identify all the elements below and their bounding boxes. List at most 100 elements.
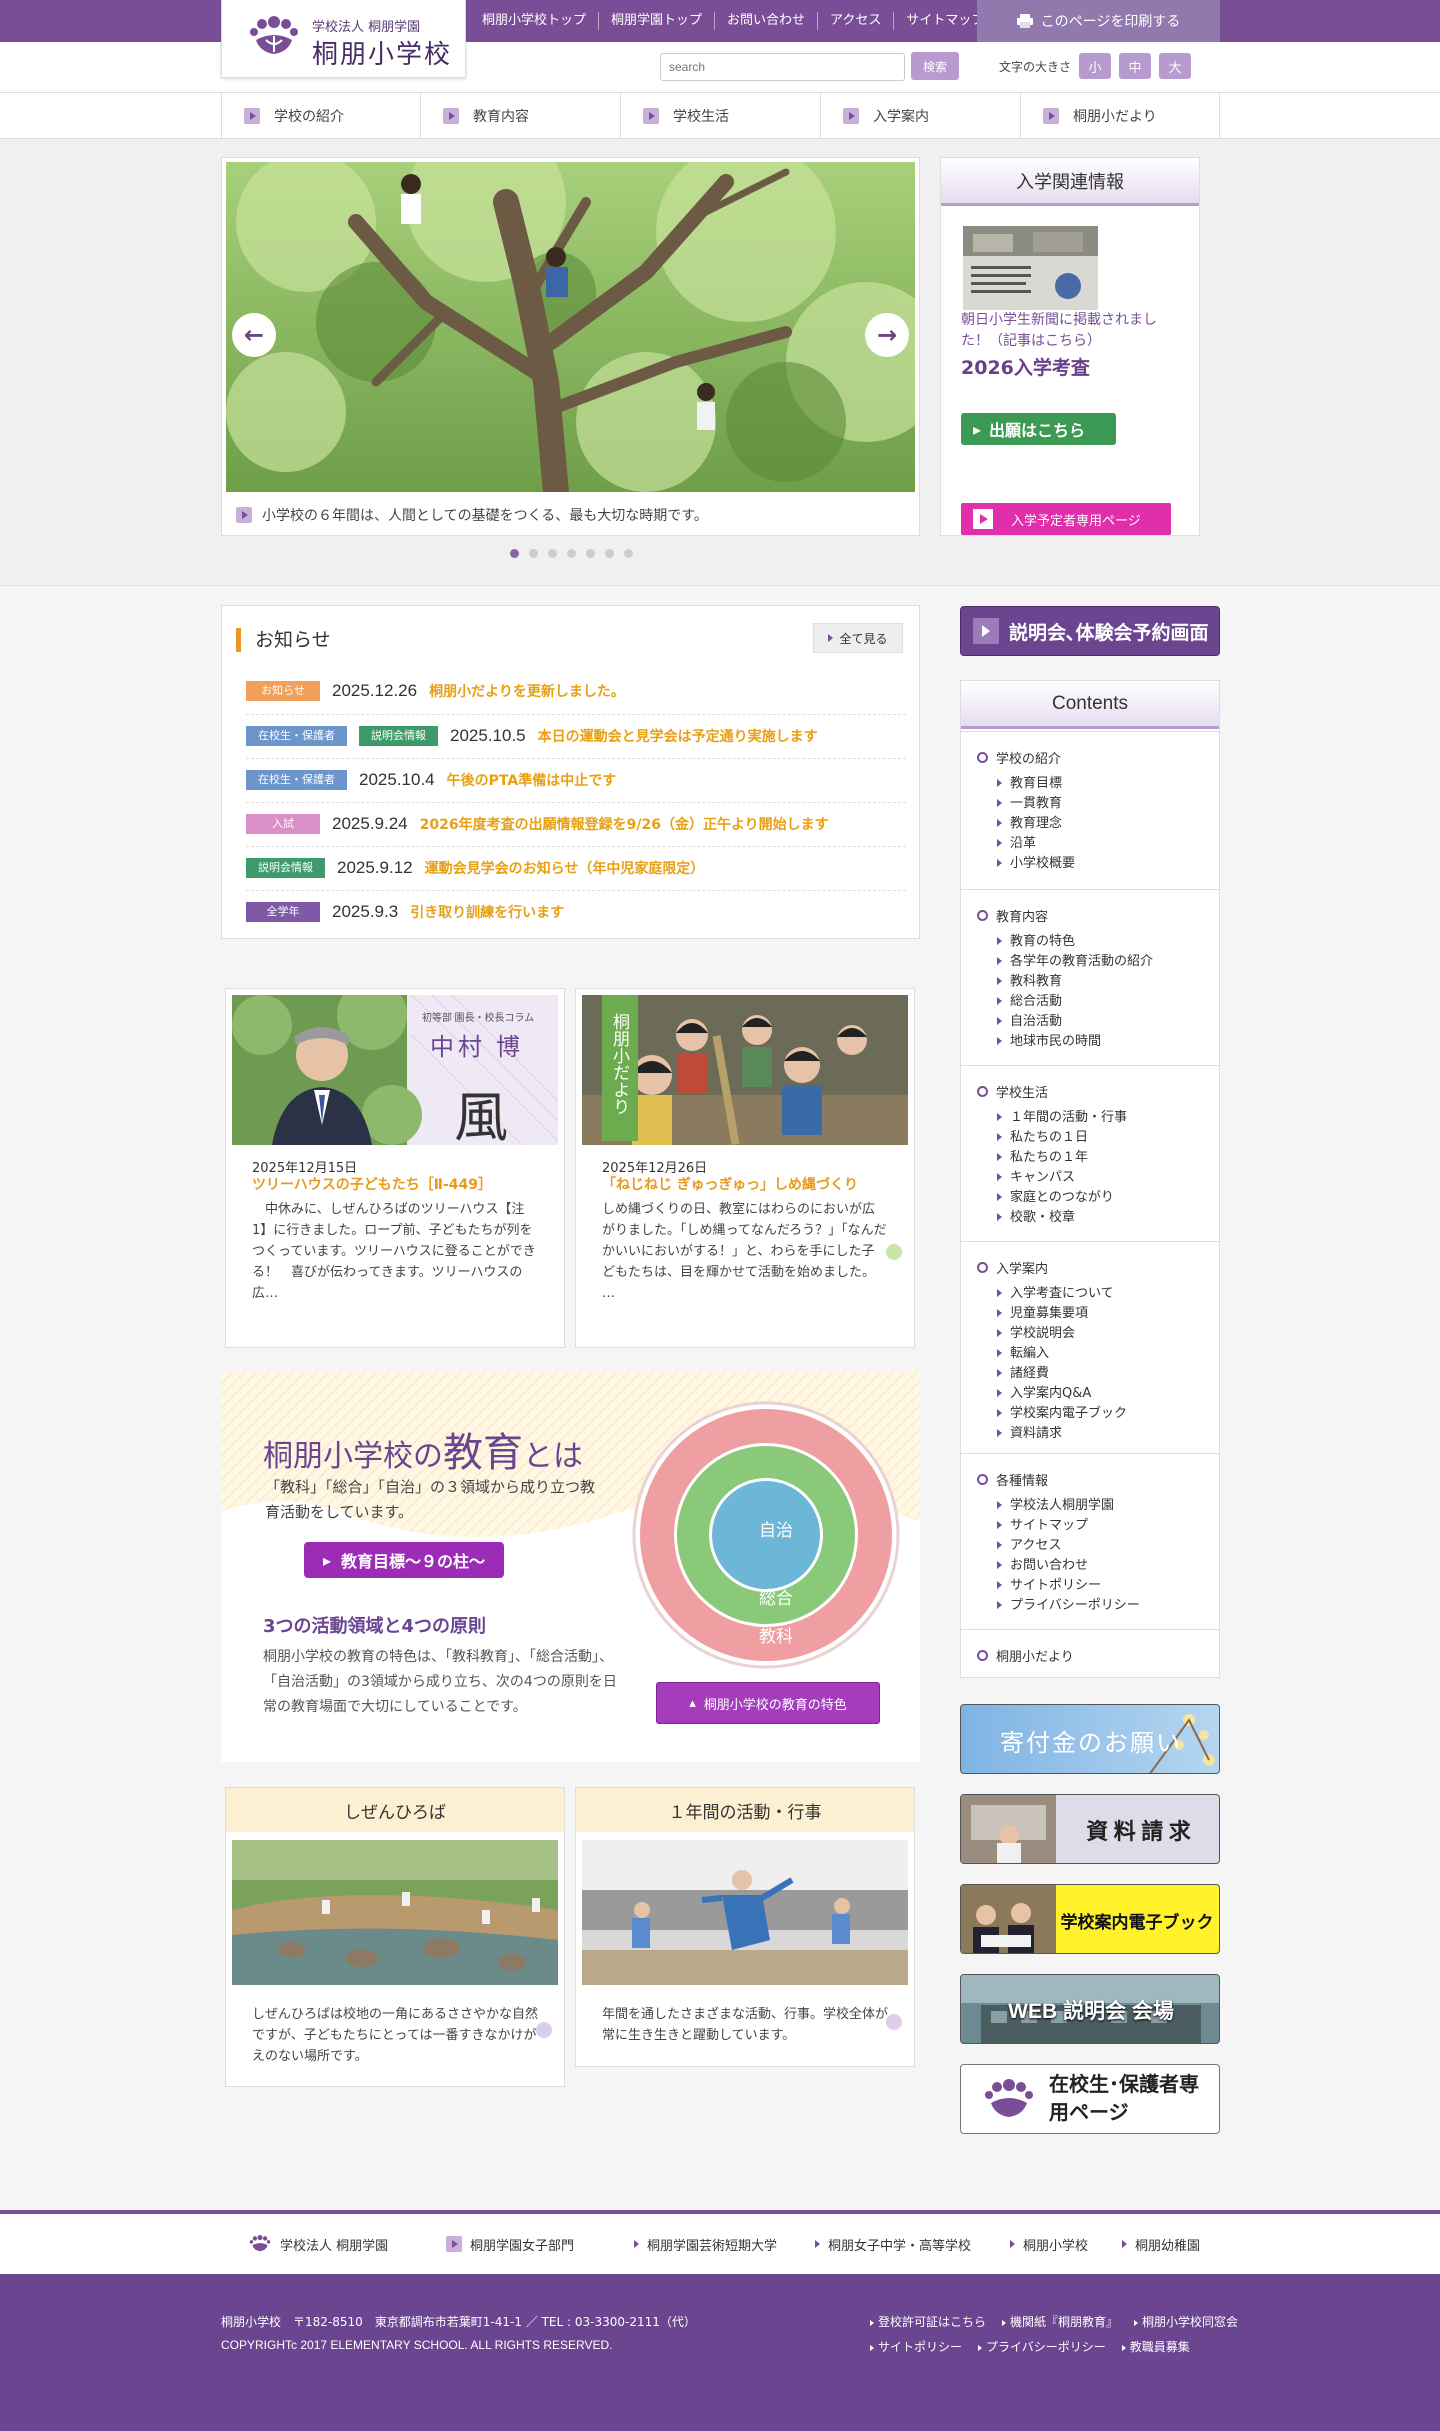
contents-link[interactable]: 教育目標	[997, 772, 1062, 791]
contents-link[interactable]: サイトポリシー	[997, 1574, 1101, 1593]
newspaper-thumbnail[interactable]	[963, 226, 1098, 310]
contents-link[interactable]: アクセス	[997, 1534, 1061, 1553]
contents-link[interactable]: 入学案内Q&A	[997, 1382, 1091, 1401]
principal-column-card[interactable]: 初等部 園長・校長コラム 中村 博 風 2025年12月15日 ツリーハウスの子…	[225, 988, 565, 1348]
contents-link[interactable]: お問い合わせ	[997, 1554, 1088, 1573]
contents-link[interactable]: 学校法人桐朋学園	[997, 1494, 1114, 1513]
contents-group-title[interactable]: 学校生活	[977, 1082, 1048, 1101]
news-item[interactable]: 説明会情報 2025.9.12 運動会見学会のお知らせ（年中児家庭限定）	[246, 846, 906, 888]
nav-item-admission[interactable]: 入学案内	[821, 93, 1021, 138]
contents-link[interactable]: プライバシーポリシー	[997, 1594, 1140, 1613]
contents-link[interactable]: 各学年の教育活動の紹介	[997, 950, 1153, 969]
contents-link[interactable]: 私たちの１日	[997, 1126, 1088, 1145]
contents-group-title[interactable]: 桐朋小だより	[977, 1646, 1074, 1665]
contents-link[interactable]: 資料請求	[997, 1422, 1062, 1441]
contents-link[interactable]: 転編入	[997, 1342, 1049, 1361]
contents-link[interactable]: 児童募集要項	[997, 1302, 1088, 1321]
footer-link-gakuen[interactable]: 学校法人 桐朋学園	[248, 2214, 388, 2274]
news-text[interactable]: 2026年度考査の出願情報登録を9/26（金）正午より開始します	[420, 814, 829, 834]
top-link-access[interactable]: アクセス	[817, 12, 893, 30]
more-arrow-icon[interactable]	[886, 1244, 902, 1260]
contents-link[interactable]: キャンパス	[997, 1166, 1075, 1185]
contents-link[interactable]: 沿革	[997, 832, 1036, 851]
news-item[interactable]: 在校生・保護者 説明会情報 2025.10.5 本日の運動会と見学会は予定通り実施しま…	[246, 714, 906, 756]
news-text[interactable]: 桐朋小だよりを更新しました。	[429, 681, 625, 701]
contents-link[interactable]: 一貫教育	[997, 792, 1062, 811]
nav-item-school-life[interactable]: 学校生活	[621, 93, 821, 138]
slider-next-button[interactable]: →	[865, 313, 909, 357]
guardian-page-banner[interactable]: 在校生･保護者専用ページ	[960, 2064, 1220, 2134]
contents-link[interactable]: 校歌・校章	[997, 1206, 1075, 1225]
contents-group-title[interactable]: 学校の紹介	[977, 748, 1061, 767]
font-size-medium-button[interactable]: 中	[1119, 53, 1152, 79]
contents-link[interactable]: 教育理念	[997, 812, 1062, 831]
slider-dot[interactable]	[548, 549, 557, 558]
news-item[interactable]: 全学年 2025.9.3 引き取り訓練を行います	[246, 890, 906, 932]
contents-link[interactable]: 小学校概要	[997, 852, 1075, 871]
footer-link[interactable]: 登校許可証はこちら	[870, 2313, 986, 2330]
column-headline[interactable]: ツリーハウスの子どもたち［Ⅱ-449］	[252, 1174, 492, 1194]
footer-link-junior-college[interactable]: 桐朋学園芸術短期大学	[634, 2214, 777, 2274]
news-item[interactable]: お知らせ 2025.12.26 桐朋小だよりを更新しました。	[246, 670, 906, 712]
font-size-small-button[interactable]: 小	[1079, 53, 1112, 79]
more-arrow-icon[interactable]	[886, 2014, 902, 2030]
footer-link[interactable]: 教職員募集	[1122, 2338, 1190, 2355]
donation-banner[interactable]: 寄付金のお願い	[960, 1704, 1220, 1774]
footer-link[interactable]: 機関紙『桐朋教育』	[1002, 2313, 1118, 2330]
contents-group-title[interactable]: 入学案内	[977, 1258, 1048, 1277]
contents-link[interactable]: 私たちの１年	[997, 1146, 1088, 1165]
nav-item-education[interactable]: 教育内容	[421, 93, 621, 138]
news-item[interactable]: 入試 2025.9.24 2026年度考査の出願情報登録を9/26（金）正午より開始…	[246, 802, 906, 844]
slider-dot[interactable]	[567, 549, 576, 558]
contents-link[interactable]: 入学考査について	[997, 1282, 1114, 1301]
news-text[interactable]: 本日の運動会と見学会は予定通り実施します	[538, 726, 818, 746]
news-text[interactable]: 引き取り訓練を行います	[410, 902, 564, 922]
web-session-banner[interactable]: WEB 説明会 会場	[960, 1974, 1220, 2044]
news-text[interactable]: 午後のPTA準備は中止です	[447, 770, 617, 790]
search-input[interactable]	[660, 53, 905, 81]
contents-link[interactable]: 学校説明会	[997, 1322, 1075, 1341]
brochure-request-banner[interactable]: 資 料 請 求	[960, 1794, 1220, 1864]
contents-link[interactable]: 諸経費	[997, 1362, 1049, 1381]
contents-group-title[interactable]: 教育内容	[977, 906, 1048, 925]
more-arrow-icon[interactable]	[536, 2022, 552, 2038]
contents-link[interactable]: 家庭とのつながり	[997, 1186, 1114, 1205]
newsletter-card[interactable]: 桐朋小だより 2025年12月26日 「ねじねじ ぎゅっぎゅっ」しめ縄づくり し…	[575, 988, 915, 1348]
column-headline[interactable]: 「ねじねじ ぎゅっぎゅっ」しめ縄づくり	[602, 1174, 858, 1194]
footer-link-girls-school[interactable]: 桐朋女子中学・高等学校	[815, 2214, 971, 2274]
contents-link[interactable]: １年間の活動・行事	[997, 1106, 1127, 1125]
admission-news-link[interactable]: 朝日小学生新聞に掲載されました！（記事はこちら）	[961, 310, 1181, 352]
footer-link-women[interactable]: 桐朋学園女子部門	[446, 2214, 574, 2274]
contents-link[interactable]: 教科教育	[997, 970, 1062, 989]
education-feature-button[interactable]: ▴ 桐朋小学校の教育の特色	[656, 1682, 880, 1724]
contents-link[interactable]: 地球市民の時間	[997, 1030, 1101, 1049]
news-see-all-button[interactable]: 全て見る	[813, 623, 903, 653]
preentry-page-button[interactable]: 入学予定者専用ページ	[961, 503, 1171, 535]
ebook-banner[interactable]: 学校案内電子ブック	[960, 1884, 1220, 1954]
print-button[interactable]: このページを印刷する	[977, 0, 1220, 42]
reservation-button[interactable]: 説明会､体験会予約画面	[960, 606, 1220, 656]
annual-events-card[interactable]: １年間の活動・行事 年間を通したさまざまな活動、行事。学校全体が常に生き生きと躍…	[575, 1787, 915, 2067]
contents-link[interactable]: 自治活動	[997, 1010, 1062, 1029]
education-goals-button[interactable]: ▸ 教育目標～９の柱～	[304, 1542, 504, 1578]
footer-link[interactable]: プライバシーポリシー	[978, 2338, 1106, 2355]
slider-dot[interactable]	[529, 549, 538, 558]
slider-prev-button[interactable]: ←	[232, 313, 276, 357]
slider-dot[interactable]	[510, 549, 519, 558]
slider-dot[interactable]	[586, 549, 595, 558]
nav-item-about[interactable]: 学校の紹介	[221, 93, 421, 138]
contents-group-title[interactable]: 各種情報	[977, 1470, 1048, 1489]
contents-link[interactable]: 総合活動	[997, 990, 1062, 1009]
top-link-contact[interactable]: お問い合わせ	[714, 12, 817, 30]
top-link-school[interactable]: 桐朋小学校トップ	[470, 12, 598, 30]
footer-link[interactable]: サイトポリシー	[870, 2338, 962, 2355]
site-logo[interactable]: 学校法人 桐朋学園 桐朋小学校	[221, 0, 466, 78]
news-item[interactable]: 在校生・保護者 2025.10.4 午後のPTA準備は中止です	[246, 758, 906, 800]
contents-link[interactable]: 教育の特色	[997, 930, 1075, 949]
footer-link[interactable]: 桐朋小学校同窓会	[1134, 2313, 1238, 2330]
news-text[interactable]: 運動会見学会のお知らせ（年中児家庭限定）	[425, 858, 705, 878]
slider-dot[interactable]	[605, 549, 614, 558]
footer-link-kindergarten[interactable]: 桐朋幼稚園	[1122, 2214, 1200, 2274]
font-size-large-button[interactable]: 大	[1159, 53, 1192, 79]
nav-item-newsletter[interactable]: 桐朋小だより	[1021, 93, 1220, 138]
